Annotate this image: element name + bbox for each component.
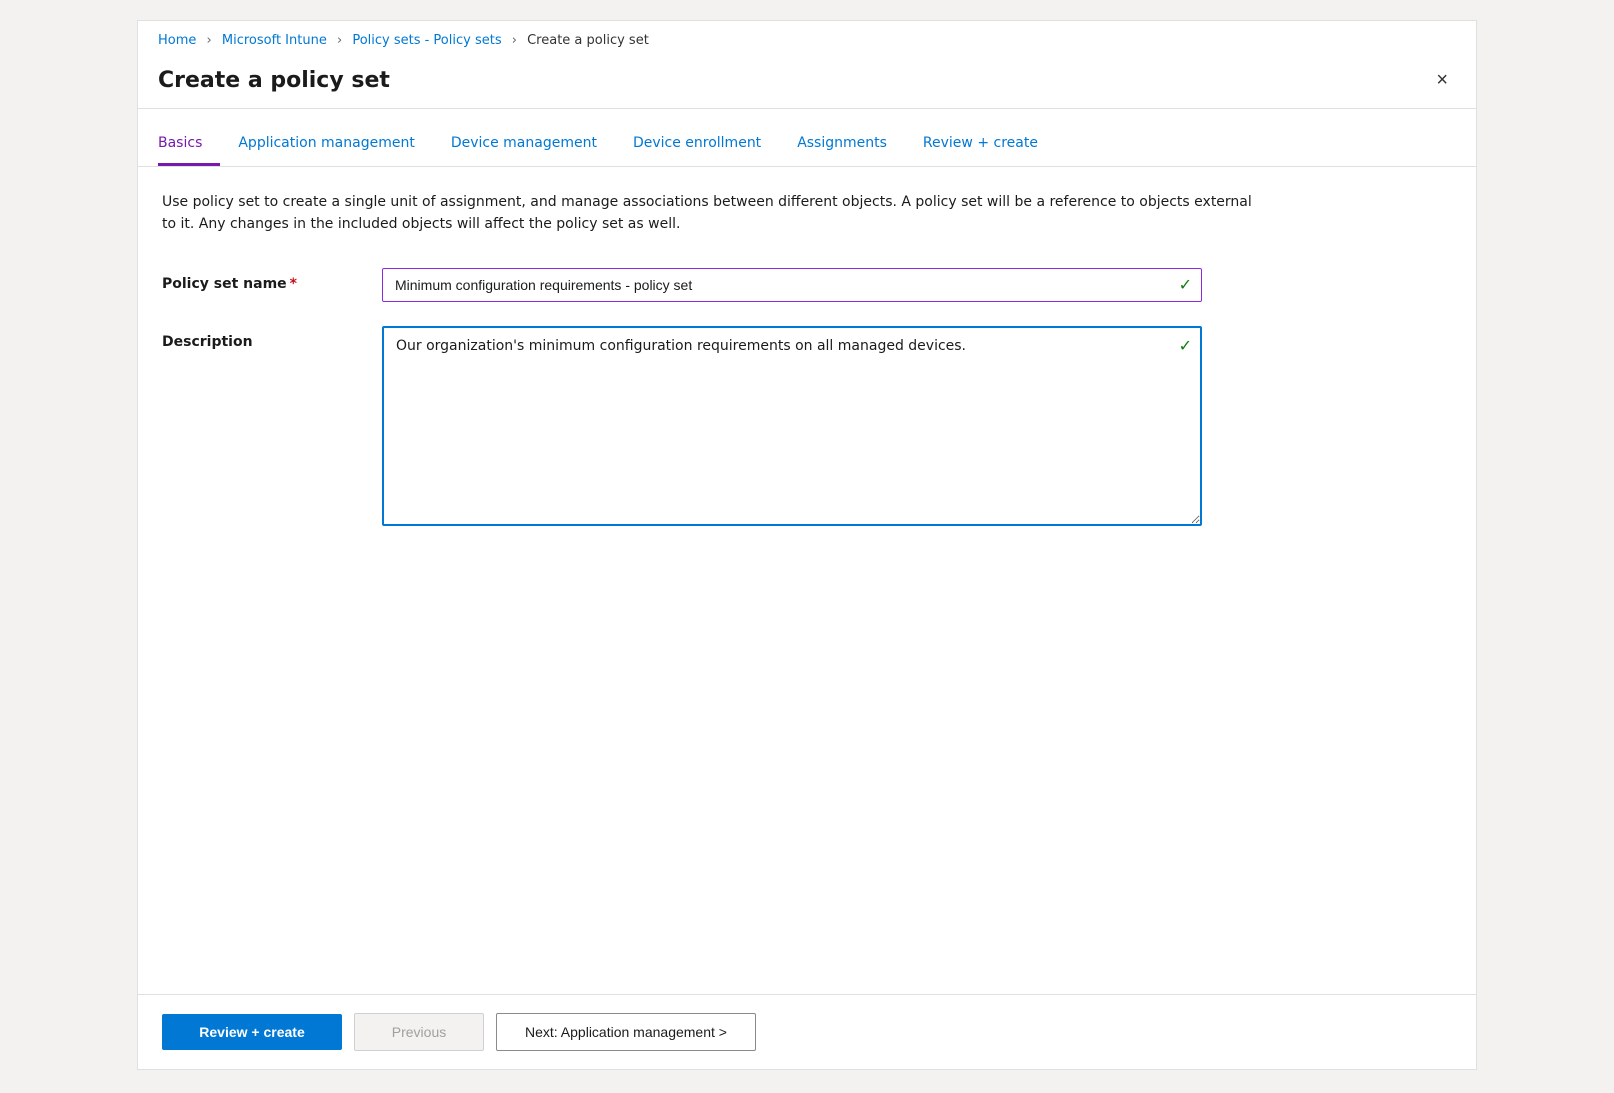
breadcrumb: Home › Microsoft Intune › Policy sets - … bbox=[138, 21, 1476, 56]
breadcrumb-home[interactable]: Home bbox=[158, 33, 196, 48]
footer-bar: Review + create Previous Next: Applicati… bbox=[138, 994, 1476, 1069]
policy-set-name-field-wrapper: ✓ bbox=[382, 268, 1202, 302]
breadcrumb-policy-sets[interactable]: Policy sets - Policy sets bbox=[352, 33, 501, 48]
breadcrumb-sep-1: › bbox=[207, 33, 212, 48]
description-textarea[interactable] bbox=[382, 326, 1202, 526]
form-row-description: Description ✓ bbox=[162, 326, 1452, 530]
policy-set-name-input[interactable] bbox=[382, 268, 1202, 302]
policy-set-name-label: Policy set name* bbox=[162, 268, 362, 292]
content-area: Use policy set to create a single unit o… bbox=[138, 167, 1476, 994]
breadcrumb-sep-3: › bbox=[512, 33, 517, 48]
tab-device-management[interactable]: Device management bbox=[433, 125, 615, 166]
tab-review-create[interactable]: Review + create bbox=[905, 125, 1056, 166]
header-divider bbox=[138, 108, 1476, 109]
tab-device-enrollment[interactable]: Device enrollment bbox=[615, 125, 779, 166]
description-label: Description bbox=[162, 326, 362, 350]
create-policy-set-panel: Home › Microsoft Intune › Policy sets - … bbox=[137, 20, 1477, 1070]
previous-button: Previous bbox=[354, 1013, 484, 1051]
review-create-button[interactable]: Review + create bbox=[162, 1014, 342, 1050]
breadcrumb-sep-2: › bbox=[337, 33, 342, 48]
breadcrumb-intune[interactable]: Microsoft Intune bbox=[222, 33, 327, 48]
panel-title: Create a policy set bbox=[158, 68, 390, 93]
intro-description: Use policy set to create a single unit o… bbox=[162, 191, 1262, 236]
tab-basics[interactable]: Basics bbox=[158, 125, 220, 166]
next-button[interactable]: Next: Application management > bbox=[496, 1013, 756, 1051]
tab-application-management[interactable]: Application management bbox=[220, 125, 432, 166]
breadcrumb-current: Create a policy set bbox=[527, 33, 649, 48]
panel-header: Create a policy set × bbox=[138, 56, 1476, 108]
description-field-wrapper: ✓ bbox=[382, 326, 1202, 530]
tab-assignments[interactable]: Assignments bbox=[779, 125, 905, 166]
required-indicator: * bbox=[290, 276, 297, 292]
description-check-icon: ✓ bbox=[1179, 336, 1192, 355]
tabs-bar: Basics Application management Device man… bbox=[138, 125, 1476, 167]
close-button[interactable]: × bbox=[1428, 66, 1456, 94]
form-row-policy-set-name: Policy set name* ✓ bbox=[162, 268, 1452, 302]
description-textarea-container: ✓ bbox=[382, 326, 1202, 530]
policy-set-name-input-container: ✓ bbox=[382, 268, 1202, 302]
policy-set-name-check-icon: ✓ bbox=[1179, 275, 1192, 294]
